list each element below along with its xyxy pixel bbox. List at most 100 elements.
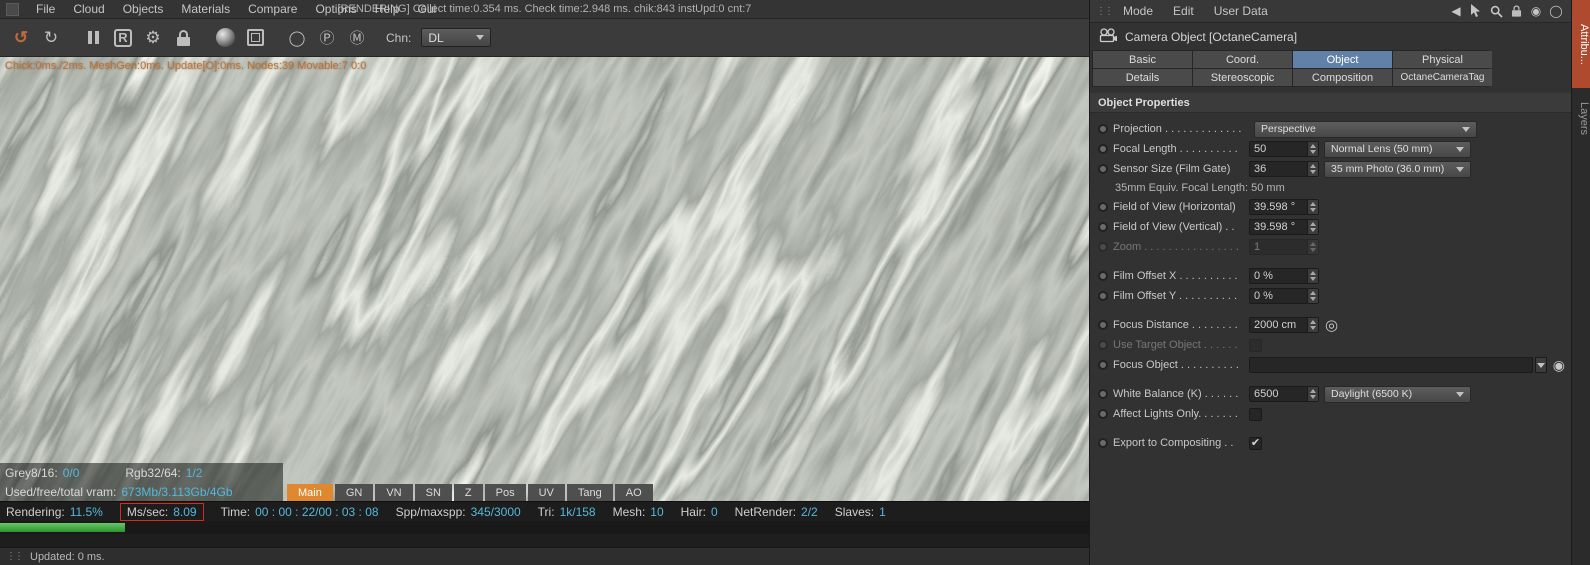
spinner-down-icon[interactable] [1310,297,1316,301]
stepper[interactable] [1307,162,1318,176]
affect-lights-only-checkbox[interactable] [1249,407,1262,421]
stepper[interactable] [1307,318,1318,332]
spinner-up-icon[interactable] [1310,202,1316,206]
spinner-down-icon[interactable] [1310,170,1316,174]
animation-dot-icon[interactable] [1098,389,1108,399]
tab-physical[interactable]: Physical [1393,51,1492,68]
tab-sn[interactable]: SN [414,484,452,501]
pick-material-icon[interactable]: Ⓜ [344,25,370,51]
menu-objects[interactable]: Objects [114,2,173,16]
sensor-size-input[interactable]: 36 [1249,161,1319,177]
spinner-down-icon[interactable] [1310,228,1316,232]
animation-dot-icon[interactable] [1098,320,1108,330]
tab-tang[interactable]: Tang [566,484,613,501]
region-render-icon[interactable]: R [110,25,136,51]
tab-composition[interactable]: Composition [1293,69,1392,86]
animation-dot-icon[interactable] [1098,202,1108,212]
tab-z[interactable]: Z [453,484,483,501]
stepper[interactable] [1307,220,1318,234]
spinner-down-icon[interactable] [1310,208,1316,212]
focal-length-input[interactable]: 50 [1249,141,1319,157]
tab-uv[interactable]: UV [527,484,565,501]
cursor-arrow-icon[interactable] [1467,2,1485,20]
fov-vertical-input[interactable]: 39.598 ° [1249,219,1319,235]
object-picker-icon[interactable]: ◉ [1553,358,1565,372]
film-offset-x-input[interactable]: 0 % [1249,268,1319,284]
white-balance-input[interactable]: 6500 [1249,386,1319,402]
section-object-properties[interactable]: Object Properties [1090,93,1571,113]
pin-mode-icon[interactable]: ◉ [1527,2,1545,20]
render-viewport[interactable]: Chick:0ms./2ms. MeshGen:0ms. Update[O]:0… [0,57,1089,501]
animation-dot-icon[interactable] [1098,271,1108,281]
projection-dropdown[interactable]: Perspective [1254,120,1477,138]
render-settings-gear-icon[interactable]: ⚙ [140,25,166,51]
menu-cloud[interactable]: Cloud [64,2,113,16]
focus-object-menu-button[interactable] [1534,357,1547,373]
focus-object-field[interactable] [1249,357,1533,373]
menu-edit[interactable]: Edit [1164,4,1203,18]
menu-user-data[interactable]: User Data [1205,4,1277,18]
tab-ao[interactable]: AO [614,484,653,501]
tab-main[interactable]: Main [287,484,333,501]
film-region-icon[interactable] [242,25,268,51]
spinner-up-icon[interactable] [1310,271,1316,275]
search-icon[interactable] [1487,2,1505,20]
spinner-up-icon[interactable] [1310,389,1316,393]
tab-pos[interactable]: Pos [484,484,526,501]
history-back-icon[interactable]: ◀ [1447,2,1465,20]
spinner-up-icon[interactable] [1310,164,1316,168]
spinner-down-icon[interactable] [1310,395,1316,399]
lock-icon[interactable] [1507,2,1525,20]
white-balance-preset-dropdown[interactable]: Daylight (6500 K) [1324,385,1471,403]
tab-attributes-vertical[interactable]: Attribu... [1572,0,1590,88]
export-to-compositing-checkbox[interactable]: ✔ [1249,436,1262,450]
tab-object[interactable]: Object [1293,51,1392,68]
channel-dropdown[interactable]: DL [421,28,492,47]
material-ball-icon[interactable] [212,25,238,51]
stepper[interactable] [1307,269,1318,283]
animation-dot-icon[interactable] [1098,144,1108,154]
tab-stereoscopic[interactable]: Stereoscopic [1193,69,1292,86]
new-panel-icon[interactable]: ◯ [1547,2,1565,20]
tab-octanecameratag[interactable]: OctaneCameraTag [1393,69,1492,86]
pause-render-icon[interactable] [80,25,106,51]
animation-dot-icon[interactable] [1098,164,1108,174]
tab-gn[interactable]: GN [334,484,374,501]
spinner-up-icon[interactable] [1310,320,1316,324]
lock-resolution-icon[interactable] [170,25,196,51]
menu-materials[interactable]: Materials [172,2,239,16]
tab-basic[interactable]: Basic [1093,51,1192,68]
fov-horizontal-input[interactable]: 39.598 ° [1249,199,1319,215]
animation-dot-icon[interactable] [1098,438,1108,448]
tab-details[interactable]: Details [1093,69,1192,86]
menu-file[interactable]: File [27,2,64,16]
spinner-up-icon[interactable] [1310,291,1316,295]
tab-vn[interactable]: VN [375,484,413,501]
stepper[interactable] [1307,289,1318,303]
film-offset-y-input[interactable]: 0 % [1249,288,1319,304]
tab-coord[interactable]: Coord. [1193,51,1292,68]
pick-object-icon[interactable]: Ⓟ [314,25,340,51]
spinner-down-icon[interactable] [1310,326,1316,330]
stepper[interactable] [1307,387,1318,401]
menu-help[interactable]: Help [366,2,409,16]
focus-picker-target-icon[interactable]: ◎ [1325,318,1338,333]
animation-dot-icon[interactable] [1098,291,1108,301]
menu-gui[interactable]: Gui [408,2,445,16]
spinner-down-icon[interactable] [1310,277,1316,281]
animation-dot-icon[interactable] [1098,409,1108,419]
refresh-icon[interactable]: ↻ [38,25,64,51]
menu-options[interactable]: Options [306,2,365,16]
animation-dot-icon[interactable] [1098,222,1108,232]
menu-compare[interactable]: Compare [239,2,306,16]
pick-focus-icon[interactable]: ◯ [284,25,310,51]
animation-dot-icon[interactable] [1098,360,1108,370]
lens-preset-dropdown[interactable]: Normal Lens (50 mm) [1324,140,1471,158]
stepper[interactable] [1307,200,1318,214]
film-gate-preset-dropdown[interactable]: 35 mm Photo (36.0 mm) [1324,160,1471,178]
spinner-down-icon[interactable] [1310,150,1316,154]
stepper[interactable] [1307,142,1318,156]
spinner-up-icon[interactable] [1310,144,1316,148]
focus-distance-input[interactable]: 2000 cm [1249,317,1319,333]
tab-layers-vertical[interactable]: Layers [1572,88,1590,150]
